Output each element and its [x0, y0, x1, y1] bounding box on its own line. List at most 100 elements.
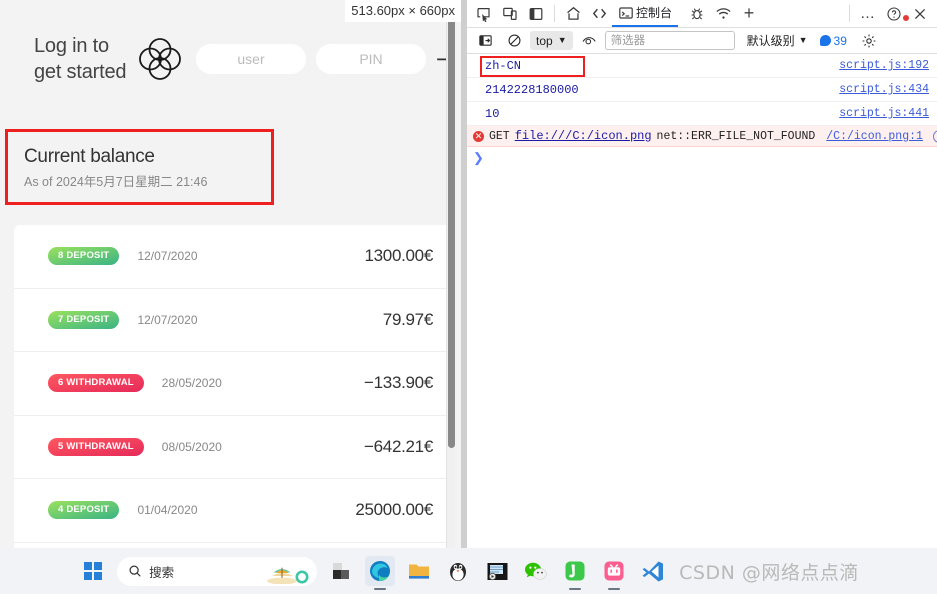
movement-value: −642.21€ — [364, 436, 433, 456]
devtools-tabbar: 控制台 + … — [467, 0, 937, 28]
balance-label: Current balance — [24, 146, 155, 167]
bilibili-glyph-icon — [604, 561, 624, 581]
console-log-row[interactable]: zh-CN script.js:192 — [467, 54, 937, 78]
issues-count-label: 39 — [833, 33, 847, 48]
error-status: net::ERR_FILE_NOT_FOUND — [656, 129, 816, 143]
dock-side-icon[interactable] — [523, 1, 549, 27]
screen: Log in to get started → Cu — [0, 0, 937, 594]
gear-icon[interactable] — [856, 28, 882, 54]
console-toolbar: top ▼ 默认级别 ▼ 39 — [467, 28, 937, 54]
console-error-row[interactable]: ✕ GET file:///C:/icon.png net::ERR_FILE_… — [467, 126, 937, 147]
watermark: CSDN @网络点点滴 — [679, 561, 859, 584]
bilibili-icon[interactable] — [599, 556, 629, 590]
console-log-source[interactable]: script.js:192 — [839, 59, 933, 72]
movement-type-badge: 4 DEPOSIT — [48, 501, 120, 520]
taskview-icon[interactable] — [326, 556, 356, 586]
execution-context-label: top — [536, 33, 553, 48]
inspect-element-icon[interactable] — [471, 1, 497, 27]
start-button[interactable] — [78, 556, 108, 586]
error-source-link[interactable]: /C:/icon.png:1 — [826, 130, 923, 143]
console-log-row[interactable]: 2142228180000 script.js:434 — [467, 78, 937, 102]
page-scrollbar[interactable] — [446, 0, 455, 548]
error-method: GET — [489, 129, 510, 143]
pin-input[interactable] — [316, 44, 426, 74]
movements-list[interactable]: 8 DEPOSIT 12/07/2020 1300.00€ 7 DEPOSIT … — [14, 225, 455, 548]
media-player-icon[interactable] — [482, 556, 512, 586]
navicat-icon[interactable] — [560, 556, 590, 590]
vscode-icon[interactable] — [638, 556, 668, 586]
toolbar-divider — [849, 5, 850, 22]
file-explorer-icon[interactable] — [404, 556, 434, 586]
running-indicator — [374, 587, 387, 590]
console-log-message: 10 — [485, 106, 500, 121]
console-sidebar-icon[interactable] — [472, 28, 498, 54]
chevron-down-icon: ▼ — [557, 35, 567, 45]
console-icon — [619, 6, 633, 19]
login-form: → — [196, 44, 454, 74]
toolbar-divider — [554, 5, 555, 22]
error-info-icon[interactable]: i — [932, 129, 937, 143]
viewport-size-tooltip: 513.60px × 660px — [345, 0, 461, 22]
help-icon[interactable] — [881, 1, 907, 27]
devtools-tabbar-right: … — [844, 1, 933, 27]
vscode-glyph-icon — [642, 561, 664, 581]
console-prompt-caret-icon: ❯ — [473, 150, 484, 166]
movement-value: 79.97€ — [382, 309, 434, 329]
movement-date: 08/05/2020 — [161, 439, 222, 454]
navicat-glyph-icon — [565, 561, 585, 581]
close-icon[interactable] — [907, 1, 933, 27]
table-row[interactable]: 7 DEPOSIT 12/07/2020 79.97€ — [14, 289, 455, 352]
search-placeholder: 搜索 — [149, 565, 175, 580]
tab-console[interactable]: 控制台 — [612, 0, 679, 27]
search-input[interactable]: 搜索 — [117, 556, 318, 586]
table-row[interactable]: 5 WITHDRAWAL 08/05/2020 −642.21€ — [14, 416, 455, 479]
error-badge-icon: ✕ — [473, 130, 484, 142]
movement-date: 28/05/2020 — [161, 376, 222, 391]
network-conditions-icon[interactable] — [710, 1, 736, 27]
log-level-label: 默认级别 — [746, 34, 795, 48]
table-row[interactable]: 6 WITHDRAWAL 28/05/2020 −133.90€ — [14, 352, 455, 416]
balance-date: As of 2024年5月7日星期二 21:46 — [24, 175, 208, 189]
console-log-row[interactable]: 10 script.js:441 — [467, 102, 937, 126]
more-tabs-plus-icon[interactable]: + — [736, 1, 762, 27]
clear-console-icon[interactable] — [501, 28, 527, 54]
windows-logo-icon — [84, 562, 103, 580]
movement-value: 1300.00€ — [364, 246, 433, 266]
user-input[interactable] — [196, 44, 306, 74]
table-row[interactable]: 4 DEPOSIT 01/04/2020 25000.00€ — [14, 479, 455, 543]
home-icon[interactable] — [560, 1, 586, 27]
log-level-selector[interactable]: 默认级别 ▼ — [744, 32, 811, 49]
windows-taskbar: 搜索 CSDN @网络点点滴 — [0, 548, 937, 594]
bankist-app: Log in to get started → Cu — [0, 0, 455, 548]
live-expression-icon[interactable] — [576, 28, 602, 54]
movement-type-badge: 6 WITHDRAWAL — [48, 374, 144, 393]
table-row[interactable]: 8 DEPOSIT 12/07/2020 1300.00€ — [14, 225, 455, 289]
wechat-icon[interactable] — [521, 556, 551, 586]
qq-icon[interactable] — [443, 556, 473, 586]
elements-code-icon[interactable] — [586, 1, 612, 27]
page-scrollbar-thumb[interactable] — [448, 18, 455, 448]
bug-icon[interactable] — [684, 1, 710, 27]
task-view-glyph-icon — [333, 563, 350, 579]
current-balance-annotation-box: Current balance As of 2024年5月7日星期二 21:46 — [5, 129, 274, 205]
search-icon — [129, 565, 141, 577]
running-indicator — [569, 587, 582, 590]
execution-context-selector[interactable]: top ▼ — [530, 31, 573, 50]
devtools-panel: 控制台 + … top ▼ 筛选器 默认级别 ▼ 39 zh-CN script… — [467, 0, 937, 548]
console-output: zh-CN script.js:192 2142228180000 script… — [467, 54, 937, 169]
console-filter-input[interactable] — [604, 31, 735, 50]
welcome-message: Log in to get started — [34, 35, 127, 83]
folder-glyph-icon — [409, 564, 430, 579]
edge-icon[interactable] — [365, 556, 396, 590]
console-log-source[interactable]: script.js:441 — [839, 107, 933, 120]
error-url[interactable]: file:///C:/icon.png — [515, 129, 652, 143]
console-prompt[interactable]: ❯ — [467, 147, 937, 169]
quatrefoil-logo-icon — [139, 38, 181, 80]
tab-console-label: 控制台 — [636, 6, 673, 20]
device-toolbar-icon[interactable] — [497, 1, 523, 27]
issues-bubble-icon — [819, 35, 831, 46]
console-log-source[interactable]: script.js:434 — [839, 83, 933, 96]
issues-counter[interactable]: 39 — [819, 33, 847, 48]
more-options-icon[interactable]: … — [855, 1, 881, 27]
movement-type-badge: 7 DEPOSIT — [48, 310, 120, 329]
